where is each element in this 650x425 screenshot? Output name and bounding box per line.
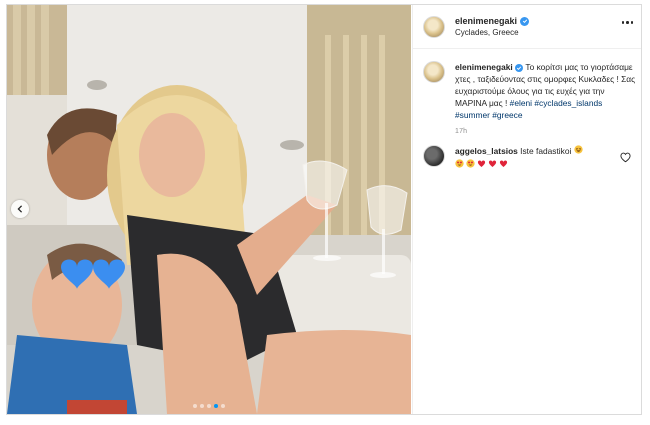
carousel-dot xyxy=(193,404,197,408)
post-header: elenimenegaki Cyclades, Greece xyxy=(413,5,641,49)
hashtag[interactable]: #cyclades_islands xyxy=(534,98,602,108)
comment-item: aggelos_latsios Iste fadastikoi xyxy=(413,135,641,168)
commenter-username[interactable]: aggelos_latsios xyxy=(455,146,518,156)
author-username-row: elenimenegaki xyxy=(455,15,530,27)
carousel-dot xyxy=(207,404,211,408)
carousel-prev-button[interactable] xyxy=(11,200,29,218)
author-avatar[interactable] xyxy=(423,15,445,38)
instagram-post: elenimenegaki Cyclades, Greece elenimene… xyxy=(6,4,642,415)
caption-verified-icon xyxy=(515,64,524,72)
carousel-dot xyxy=(200,404,204,408)
caption-username[interactable]: elenimenegaki xyxy=(455,62,513,72)
photo-scene xyxy=(7,5,411,414)
heart-eyes-face-icon xyxy=(455,159,464,168)
post-caption: elenimenegaki Το κορίτσι μας το γιορτάσα… xyxy=(413,49,641,135)
carousel-indicator xyxy=(7,404,411,408)
post-timestamp[interactable]: 17h xyxy=(455,128,637,135)
grinning-squint-face-icon xyxy=(574,145,583,154)
hashtag[interactable]: #eleni xyxy=(510,98,532,108)
carousel-dot xyxy=(221,404,225,408)
red-heart-icon xyxy=(477,160,486,168)
commenter-avatar[interactable] xyxy=(423,145,445,167)
caption-avatar[interactable] xyxy=(423,61,445,83)
red-heart-icon xyxy=(488,160,497,168)
verified-badge-icon xyxy=(520,16,530,26)
chevron-left-icon xyxy=(17,205,23,213)
hashtag[interactable]: #greece xyxy=(492,110,522,120)
heart-eyes-face-icon xyxy=(466,159,475,168)
author-username[interactable]: elenimenegaki xyxy=(455,15,517,27)
red-heart-icon xyxy=(499,160,508,168)
like-comment-heart-icon[interactable] xyxy=(620,152,631,163)
comment-emoji-row xyxy=(455,159,623,168)
post-location[interactable]: Cyclades, Greece xyxy=(455,27,529,39)
post-side-panel: elenimenegaki Cyclades, Greece elenimene… xyxy=(412,5,641,414)
hashtag[interactable]: #summer xyxy=(455,110,490,120)
more-options-icon[interactable] xyxy=(621,21,633,24)
comment-text: Iste fadastikoi xyxy=(520,146,572,156)
carousel-dot xyxy=(214,404,218,408)
post-photo[interactable] xyxy=(7,5,411,414)
